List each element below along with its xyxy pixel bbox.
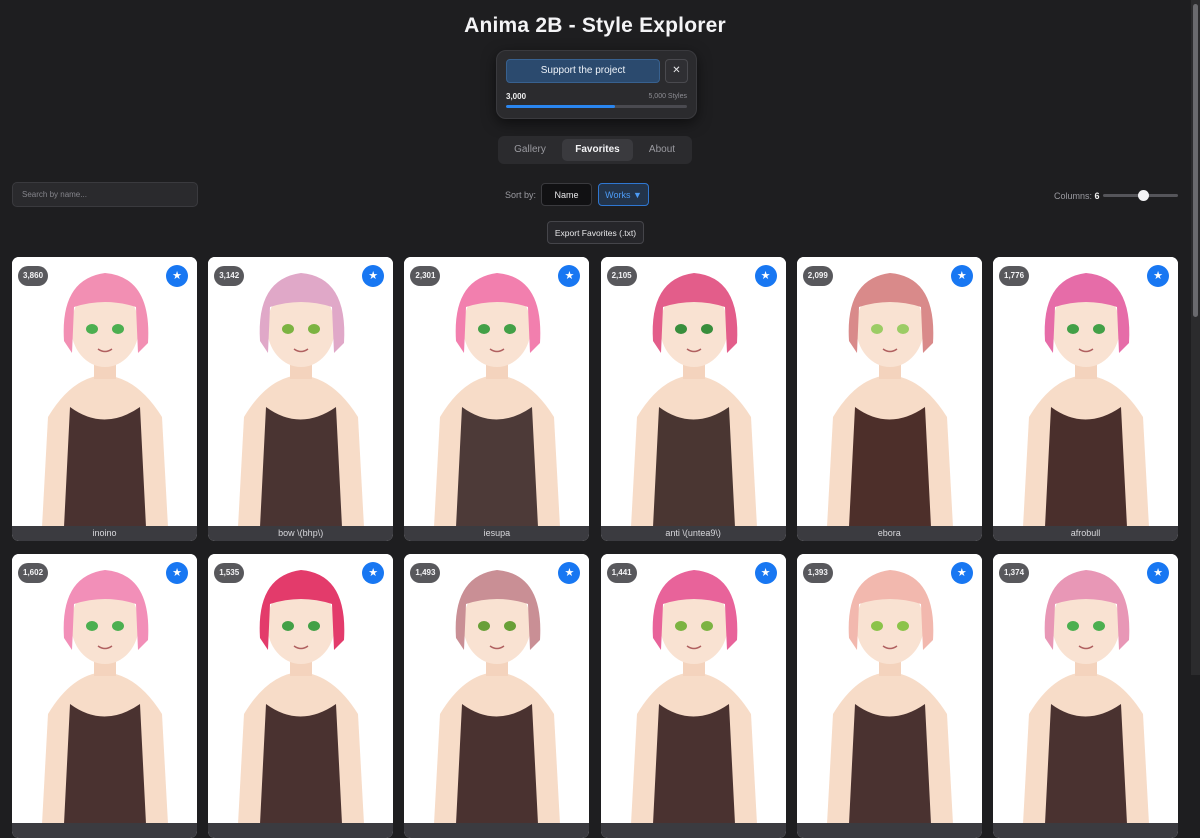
tab-about[interactable]: About bbox=[635, 139, 689, 161]
style-preview-image bbox=[208, 257, 394, 527]
style-name: ebora bbox=[796, 526, 982, 541]
tab-gallery[interactable]: Gallery bbox=[501, 139, 559, 161]
style-name: inoino bbox=[12, 526, 197, 541]
favorite-star-icon[interactable]: ★ bbox=[754, 265, 777, 287]
style-preview-image bbox=[993, 257, 1178, 527]
style-name bbox=[208, 823, 394, 838]
style-name bbox=[993, 823, 1178, 838]
style-preview-image bbox=[12, 257, 197, 527]
favorite-star-icon[interactable]: ★ bbox=[950, 562, 973, 584]
search-input[interactable] bbox=[12, 182, 198, 207]
works-count-badge: 1,393 bbox=[802, 563, 833, 583]
works-count-badge: 3,860 bbox=[18, 266, 49, 286]
export-favorites-button[interactable]: Export Favorites (.txt) bbox=[547, 221, 644, 244]
favorite-star-icon[interactable]: ★ bbox=[1147, 265, 1169, 287]
tab-bar: Gallery Favorites About bbox=[498, 136, 692, 164]
style-name: afrobull bbox=[993, 526, 1178, 541]
progress-current: 3,000 bbox=[506, 92, 527, 101]
scrollbar-thumb[interactable] bbox=[1193, 4, 1198, 317]
style-name bbox=[600, 823, 786, 838]
style-card[interactable]: inoino 3,860 ★ bbox=[12, 257, 197, 541]
sort-label: Sort by: bbox=[505, 190, 537, 200]
style-preview-image bbox=[600, 257, 786, 527]
columns-label: Columns: 6 bbox=[1054, 191, 1100, 201]
works-count-badge: 2,301 bbox=[410, 266, 441, 286]
style-card[interactable]: 1,493 ★ bbox=[404, 554, 590, 838]
style-card[interactable]: 1,602 ★ bbox=[12, 554, 197, 838]
style-preview-image bbox=[404, 554, 590, 824]
works-count-badge: 3,142 bbox=[214, 266, 245, 286]
style-name bbox=[796, 823, 982, 838]
style-card[interactable]: afrobull 1,776 ★ bbox=[993, 257, 1178, 541]
style-preview-image bbox=[993, 554, 1178, 824]
works-count-badge: 1,493 bbox=[410, 563, 441, 583]
works-count-badge: 1,374 bbox=[999, 563, 1030, 583]
progress-bar bbox=[506, 105, 687, 108]
sort-works-button[interactable]: Works ▼ bbox=[598, 183, 649, 206]
progress-fill bbox=[506, 105, 615, 108]
style-card[interactable]: iesupa 2,301 ★ bbox=[404, 257, 590, 541]
favorite-star-icon[interactable]: ★ bbox=[166, 562, 188, 584]
style-preview-image bbox=[404, 257, 590, 527]
style-preview-image bbox=[796, 554, 982, 824]
support-project-button[interactable]: Support the project bbox=[506, 59, 660, 83]
style-name: iesupa bbox=[404, 526, 590, 541]
style-card[interactable]: anti \(untea9\) 2,105 ★ bbox=[600, 257, 786, 541]
style-card[interactable]: 1,374 ★ bbox=[993, 554, 1178, 838]
style-card[interactable]: 1,393 ★ bbox=[796, 554, 982, 838]
style-card[interactable]: 1,535 ★ bbox=[208, 554, 394, 838]
favorite-star-icon[interactable]: ★ bbox=[950, 265, 973, 287]
style-card[interactable]: 1,441 ★ bbox=[600, 554, 786, 838]
style-preview-image bbox=[796, 257, 982, 527]
works-count-badge: 1,441 bbox=[606, 563, 637, 583]
favorite-star-icon[interactable]: ★ bbox=[754, 562, 777, 584]
style-preview-image bbox=[600, 554, 786, 824]
progress-goal: 5,000 Styles bbox=[648, 93, 687, 100]
favorite-star-icon[interactable]: ★ bbox=[1147, 562, 1169, 584]
works-count-badge: 1,535 bbox=[214, 563, 245, 583]
style-name bbox=[12, 823, 197, 838]
support-card: Support the project ✕ 3,000 5,000 Styles bbox=[496, 50, 697, 119]
sort-name-button[interactable]: Name bbox=[541, 183, 592, 206]
style-name: bow \(bhp\) bbox=[208, 526, 394, 541]
style-card[interactable]: bow \(bhp\) 3,142 ★ bbox=[208, 257, 394, 541]
works-count-badge: 2,099 bbox=[802, 266, 833, 286]
columns-label-text: Columns: bbox=[1054, 191, 1093, 201]
page-title: Anima 2B - Style Explorer bbox=[464, 14, 726, 37]
close-icon[interactable]: ✕ bbox=[665, 59, 688, 83]
tab-favorites[interactable]: Favorites bbox=[562, 139, 633, 161]
works-count-badge: 2,105 bbox=[606, 266, 637, 286]
works-count-badge: 1,776 bbox=[999, 266, 1030, 286]
columns-value: 6 bbox=[1094, 191, 1100, 201]
style-card[interactable]: ebora 2,099 ★ bbox=[796, 257, 982, 541]
style-preview-image bbox=[12, 554, 197, 824]
style-preview-image bbox=[208, 554, 394, 824]
style-name: anti \(untea9\) bbox=[600, 526, 786, 541]
works-count-badge: 1,602 bbox=[18, 563, 49, 583]
favorite-star-icon[interactable]: ★ bbox=[166, 265, 188, 287]
columns-slider-thumb[interactable] bbox=[1138, 190, 1149, 201]
style-name bbox=[404, 823, 590, 838]
